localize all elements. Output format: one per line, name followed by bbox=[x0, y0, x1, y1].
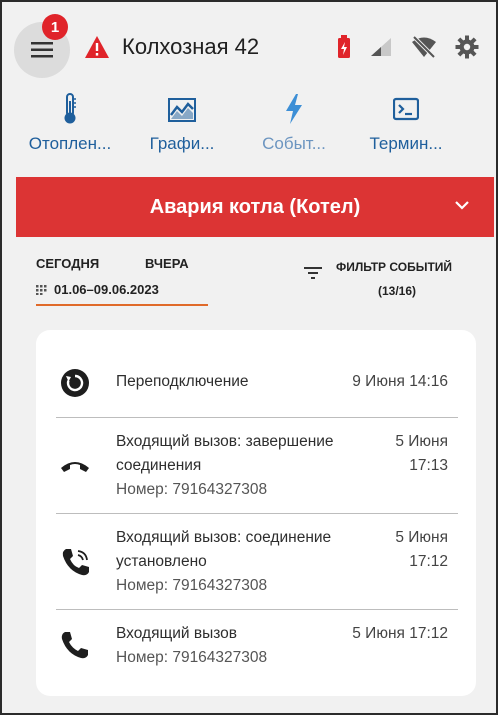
event-title: Входящий вызов bbox=[116, 625, 237, 642]
tab-terminal-label: Термин... bbox=[369, 134, 443, 153]
app-header: 1 Колхозная 42 bbox=[2, 2, 496, 96]
tab-charts[interactable]: Графи... bbox=[126, 90, 238, 170]
filter-events-button[interactable]: ФИЛЬТР СОБЫТИЙ bbox=[336, 260, 452, 274]
divider bbox=[56, 417, 458, 418]
event-title: Переподключение bbox=[116, 373, 249, 390]
device-title[interactable]: Колхозная 42 bbox=[122, 34, 259, 60]
tab-heating-label: Отоплен... bbox=[28, 134, 112, 153]
nav-tabs: Отоплен... Графи... Событ... Термин... bbox=[2, 90, 496, 170]
date-range-text: 01.06–09.06.2023 bbox=[54, 282, 159, 297]
divider bbox=[56, 513, 458, 514]
battery-icon bbox=[338, 35, 350, 58]
alarm-text: Авария котла (Котел) bbox=[149, 195, 361, 218]
list-item[interactable]: Входящий вызов: соединение установлено Н… bbox=[56, 526, 458, 598]
event-title: Входящий вызов: соединение установлено bbox=[116, 529, 332, 570]
terminal-icon bbox=[393, 97, 419, 121]
hangup-icon bbox=[61, 462, 89, 472]
tab-events[interactable]: Событ... bbox=[238, 90, 350, 170]
menu-icon bbox=[31, 42, 53, 58]
phone-icon bbox=[61, 632, 88, 659]
tab-terminal[interactable]: Термин... bbox=[350, 90, 462, 170]
app-frame: 1 Колхозная 42 Отоплен... Графи... Событ… bbox=[0, 0, 498, 715]
alarm-banner[interactable]: Авария котла (Котел) bbox=[16, 177, 494, 237]
filter-icon[interactable] bbox=[304, 266, 322, 280]
list-item[interactable]: Входящий вызов Номер: 79164327308 5 Июня… bbox=[56, 622, 458, 672]
filter-yesterday-button[interactable]: ВЧЕРА bbox=[145, 256, 189, 271]
tab-charts-label: Графи... bbox=[149, 134, 215, 153]
event-time: 9 Июня 14:16 bbox=[352, 373, 448, 390]
tab-events-label: Событ... bbox=[262, 134, 326, 153]
gear-icon[interactable] bbox=[455, 35, 479, 59]
events-list: Переподключение 9 Июня 14:16 Входящий вы… bbox=[36, 330, 476, 696]
reconnect-icon bbox=[61, 369, 89, 397]
notification-badge: 1 bbox=[42, 14, 68, 40]
chart-icon bbox=[168, 98, 196, 122]
signal-icon bbox=[371, 38, 391, 56]
no-wifi-icon bbox=[412, 36, 436, 58]
warning-icon bbox=[85, 36, 109, 58]
event-filters: СЕГОДНЯ ВЧЕРА 01.06–09.06.2023 ФИЛЬТР СО… bbox=[2, 242, 496, 312]
event-time: 5 Июня 17:13 bbox=[395, 433, 448, 474]
tab-heating[interactable]: Отоплен... bbox=[14, 90, 126, 170]
phone-ringing-icon bbox=[62, 549, 89, 576]
list-item[interactable]: Переподключение 9 Июня 14:16 bbox=[56, 368, 458, 402]
lightning-icon bbox=[286, 94, 302, 124]
filter-today-button[interactable]: СЕГОДНЯ bbox=[36, 256, 99, 271]
active-tab-underline bbox=[36, 304, 208, 306]
event-time: 5 Июня 17:12 bbox=[352, 625, 448, 642]
event-number: Номер: 79164327308 bbox=[116, 577, 268, 594]
filter-count: (13/16) bbox=[378, 284, 417, 298]
event-time: 5 Июня 17:12 bbox=[395, 529, 448, 570]
list-item[interactable]: Входящий вызов: завершение соединения Но… bbox=[56, 430, 458, 502]
event-number: Номер: 79164327308 bbox=[116, 481, 268, 498]
chevron-down-icon[interactable] bbox=[452, 195, 472, 215]
date-range-button[interactable]: 01.06–09.06.2023 bbox=[36, 282, 159, 297]
thermometer-icon bbox=[64, 93, 76, 124]
divider bbox=[56, 609, 458, 610]
event-title: Входящий вызов: завершение соединения bbox=[116, 433, 334, 474]
calendar-icon bbox=[36, 284, 47, 295]
event-number: Номер: 79164327308 bbox=[116, 649, 268, 666]
